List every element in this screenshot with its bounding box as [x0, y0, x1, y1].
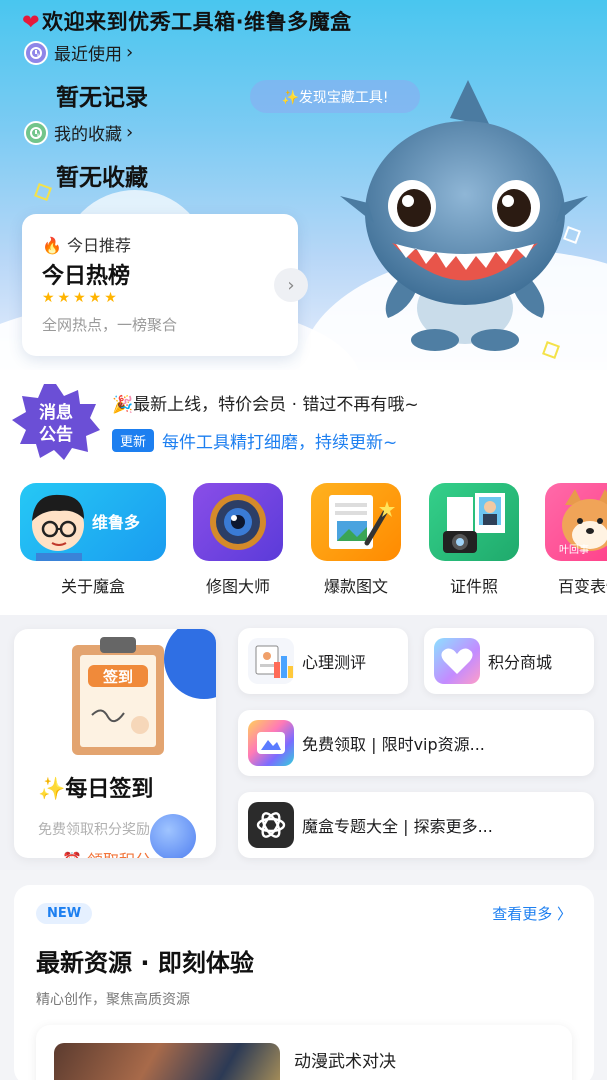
topics-label: 魔盒专题大全 | 探索更多...: [302, 817, 493, 836]
psych-test-label: 心理测评: [302, 653, 367, 672]
announcement-badge-icon: 消息 公告: [12, 384, 100, 460]
avatar-boy-icon: 维鲁多: [20, 483, 166, 561]
tool-label: 爆款图文: [323, 577, 388, 596]
openai-icon: [248, 802, 294, 848]
tool-icon-text: 叶回事: [559, 545, 589, 556]
deco-circle: [164, 629, 216, 699]
chevron-right-icon: ›: [126, 42, 134, 63]
favorites-empty-text: 暂无收藏: [56, 165, 148, 191]
section-title: 最新资源 · 即刻体验: [36, 949, 254, 977]
claim-points-button[interactable]: ⏰ 领取积分: [62, 847, 151, 858]
announcement-bar[interactable]: 消息 公告 🎉最新上线，特价会员 · 错过不再有哦~ 更新 每件工具精打细磨，持…: [0, 370, 607, 465]
document-magic-icon: [311, 483, 401, 561]
fire-icon: 🔥: [42, 236, 62, 255]
tool-photo-editor[interactable]: 修图大师: [193, 483, 283, 597]
new-badge: NEW: [36, 903, 93, 924]
svg-text:签到: 签到: [102, 668, 133, 686]
resource-title: 动漫武术对决: [294, 1052, 396, 1072]
checkin-title: ✨每日签到: [38, 777, 154, 802]
psych-test-card[interactable]: 心理测评: [238, 628, 408, 694]
chevron-right-icon[interactable]: ›: [274, 268, 308, 302]
deco-square-icon: [34, 183, 52, 201]
tools-row[interactable]: 维鲁多 关于魔盒 修图大师 爆款图文 证件照 叶回事 百变表: [0, 465, 607, 615]
resource-card[interactable]: 动漫武术对决: [36, 1025, 572, 1080]
section-subtitle: 精心创作，聚焦高质资源: [36, 992, 190, 1008]
favorites-link[interactable]: 我的收藏 ›: [24, 120, 133, 145]
tool-id-photo[interactable]: 证件照: [429, 483, 519, 597]
shark-mascot-icon: [340, 80, 588, 351]
announcement-text: 🎉最新上线，特价会员 · 错过不再有哦~: [112, 395, 419, 415]
vip-app-icon: [248, 720, 294, 766]
tool-viral-post[interactable]: 爆款图文: [311, 483, 401, 597]
tool-label: 百变表情: [557, 577, 607, 596]
points-mall-label: 积分商城: [488, 653, 553, 672]
tool-about-box[interactable]: 维鲁多 关于魔盒: [20, 483, 166, 597]
svg-text:公告: 公告: [39, 424, 73, 445]
recommend-tag: 今日推荐: [67, 236, 132, 255]
favorites-label: 我的收藏: [54, 125, 122, 145]
tool-label: 关于魔盒: [60, 577, 125, 596]
tool-label: 修图大师: [205, 577, 270, 596]
heart-icon: ❤: [22, 10, 41, 34]
tool-label: 证件照: [449, 577, 498, 596]
tool-icon-text: 维鲁多: [92, 513, 141, 532]
rating-stars: ★★★★★: [42, 290, 120, 306]
recommend-title: 今日热榜: [42, 264, 131, 289]
clock-icon: [24, 120, 48, 145]
recommend-subtitle: 全网热点，一榜聚合: [42, 316, 178, 334]
daily-checkin-card[interactable]: 签到 ✨每日签到 免费领取积分奖励 ⏰ 领取积分: [14, 629, 216, 858]
tool-sticker-maker[interactable]: 叶回事 百变表情: [545, 483, 607, 597]
points-mall-card[interactable]: 积分商城: [424, 628, 594, 694]
chevron-right-icon: ›: [126, 122, 134, 143]
topics-card[interactable]: 魔盒专题大全 | 探索更多...: [238, 792, 594, 858]
free-vip-label: 免费领取 | 限时vip资源...: [302, 735, 485, 754]
recent-label: 最近使用: [54, 45, 122, 65]
deco-bubble: [150, 814, 196, 858]
resource-thumbnail: [54, 1043, 280, 1080]
latest-resources-section: NEW 查看更多 〉 最新资源 · 即刻体验 精心创作，聚焦高质资源 动漫武术对…: [14, 885, 594, 1080]
hero-banner: ❤欢迎来到优秀工具箱·维鲁多魔盒 最近使用 › 暂无记录 我的收藏 › 暂无收藏…: [0, 0, 607, 370]
clock-icon: [24, 40, 48, 65]
today-recommend-card[interactable]: 🔥 今日推荐 今日热榜 ★★★★★ 全网热点，一榜聚合 ›: [22, 214, 308, 356]
svg-text:消息: 消息: [39, 402, 73, 423]
shiba-dog-icon: 叶回事: [545, 483, 607, 561]
feature-grid: 签到 ✨每日签到 免费领取积分奖励 ⏰ 领取积分 心理测评 积: [0, 615, 607, 870]
camera-lens-icon: [193, 483, 283, 561]
id-photo-icon: [429, 483, 519, 561]
report-icon: [248, 638, 294, 684]
update-text: 每件工具精打细磨，持续更新~: [162, 433, 398, 453]
recent-use-link[interactable]: 最近使用 ›: [24, 40, 133, 65]
recent-empty-text: 暂无记录: [56, 85, 148, 111]
welcome-title: ❤欢迎来到优秀工具箱·维鲁多魔盒: [22, 10, 352, 34]
checkin-subtitle: 免费领取积分奖励: [38, 822, 150, 838]
clipboard-icon: 签到: [72, 637, 164, 755]
see-more-link[interactable]: 查看更多 〉: [492, 903, 572, 924]
update-badge: 更新: [112, 429, 155, 452]
heart-icon: [434, 638, 480, 684]
free-vip-card[interactable]: 免费领取 | 限时vip资源...: [238, 710, 594, 776]
